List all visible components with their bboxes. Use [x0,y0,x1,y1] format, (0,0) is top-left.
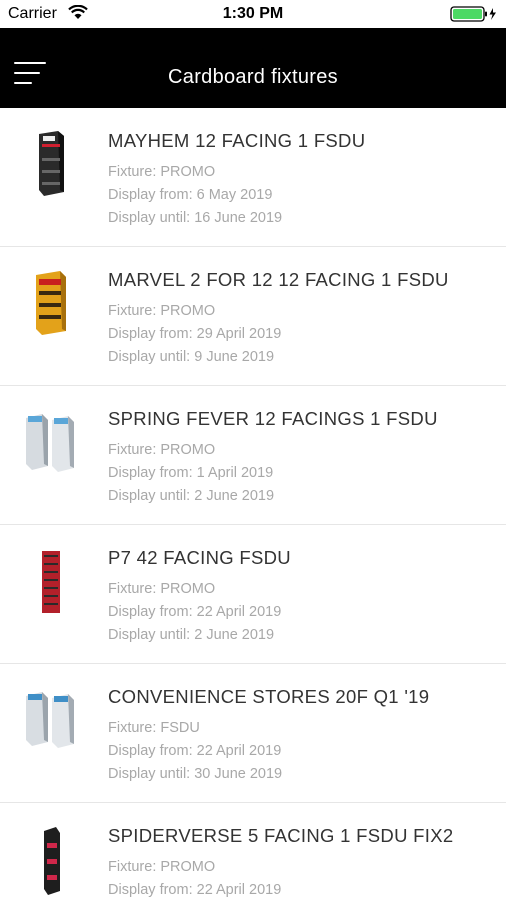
status-bar: Carrier 1:30 PM [0,0,506,28]
fixture-title: CONVENIENCE STORES 20F Q1 '19 [108,686,430,707]
fixture-title: SPIDERVERSE 5 FACING 1 FSDU FIX2 [108,825,454,846]
fixture-type: Fixture: PROMO [108,581,216,597]
display-from: Display from: 1 April 2019 [108,465,274,481]
display-from: Display from: 22 April 2019 [108,882,282,898]
display-from: Display from: 6 May 2019 [108,187,273,203]
fixture-thumbnail [22,269,82,339]
fixture-title: MARVEL 2 FOR 12 12 FACING 1 FSDU [108,269,449,290]
fixture-thumbnail [22,547,82,617]
fixture-type: Fixture: PROMO [108,859,216,875]
display-until: Display until: 16 June 2019 [108,210,283,226]
navigation-bar: Cardboard fixtures [0,28,506,108]
fixture-thumbnail [22,130,82,200]
battery-icon [450,6,498,27]
page-title: Cardboard fixtures [168,66,338,88]
display-until: Display until: 2 June 2019 [108,627,275,643]
fixture-row[interactable]: MARVEL 2 FOR 12 12 FACING 1 FSDU Fixture… [0,247,506,386]
fixture-thumbnail [22,825,82,895]
fixture-row[interactable]: SPRING FEVER 12 FACINGS 1 FSDU Fixture: … [0,386,506,525]
fixture-list: MAYHEM 12 FACING 1 FSDU Fixture: PROMO D… [0,108,506,900]
fixture-row[interactable]: P7 42 FACING FSDU Fixture: PROMO Display… [0,525,506,664]
display-from: Display from: 29 April 2019 [108,326,282,342]
display-until: Display until: 9 June 2019 [108,349,275,365]
display-until: Display until: 30 June 2019 [108,766,283,782]
fixture-title: SPRING FEVER 12 FACINGS 1 FSDU [108,408,438,429]
display-from: Display from: 22 April 2019 [108,743,282,759]
fixture-type: Fixture: PROMO [108,303,216,319]
fixture-row[interactable]: CONVENIENCE STORES 20F Q1 '19 Fixture: F… [0,664,506,803]
fixture-row[interactable]: SPIDERVERSE 5 FACING 1 FSDU FIX2 Fixture… [0,803,506,900]
clock-time: 1:30 PM [222,5,284,22]
fixture-row[interactable]: MAYHEM 12 FACING 1 FSDU Fixture: PROMO D… [0,108,506,247]
fixture-title: MAYHEM 12 FACING 1 FSDU [108,130,366,151]
display-from: Display from: 22 April 2019 [108,604,282,620]
fixture-thumbnail [22,686,82,756]
fixture-type: Fixture: PROMO [108,442,216,458]
fixture-type: Fixture: PROMO [108,164,216,180]
fixture-type: Fixture: FSDU [108,720,200,736]
display-until: Display until: 2 June 2019 [108,488,275,504]
fixture-title: P7 42 FACING FSDU [108,547,291,568]
fixture-thumbnail [22,408,82,478]
